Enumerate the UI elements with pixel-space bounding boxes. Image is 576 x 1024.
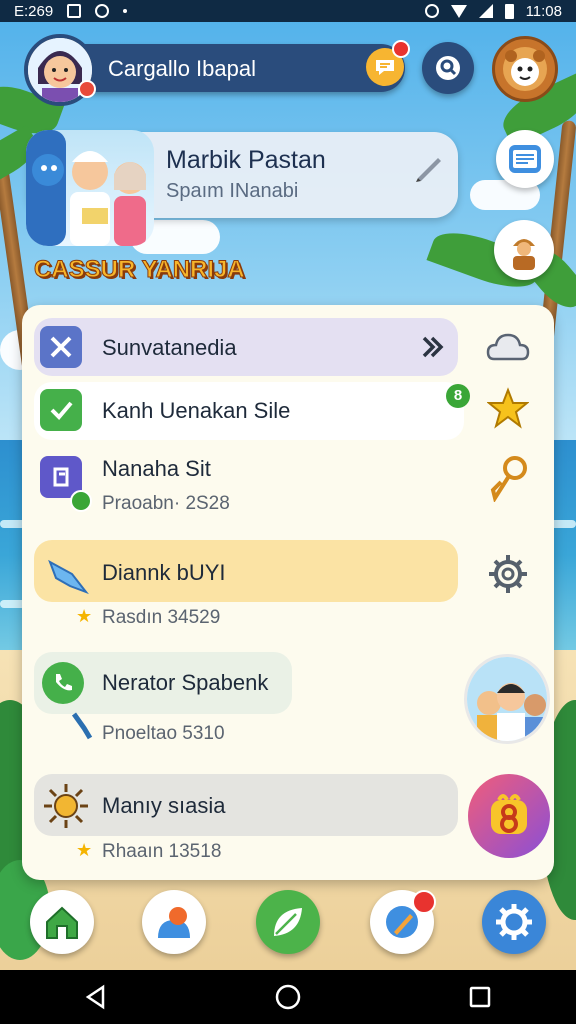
star-icon: ★ — [76, 606, 93, 626]
status-time-left: E:269 — [14, 2, 54, 20]
list-item-subtitle: Rhaaın 13518 — [102, 841, 222, 862]
avatar-status-badge — [78, 80, 96, 98]
profile-icon — [158, 907, 190, 938]
phone-icon — [42, 662, 84, 704]
list-item-highlighted[interactable] — [34, 540, 458, 602]
count-badge: 8 — [446, 384, 470, 408]
list-item-subtitle: Pnoeltao 5310 — [102, 723, 225, 744]
list-item-title: Sunvatanedia — [102, 335, 237, 360]
cloud-icon[interactable] — [486, 324, 530, 368]
nav-home-button[interactable] — [30, 890, 94, 954]
status-bar: E:269 11:08 — [0, 0, 576, 22]
profile-subtitle: Spaım INanabi — [166, 180, 299, 202]
notes-button[interactable] — [496, 130, 554, 188]
recents-icon[interactable] — [467, 984, 493, 1010]
list-item-title[interactable]: Nanaha Sit — [102, 456, 211, 482]
back-icon[interactable] — [83, 984, 109, 1010]
profile-illustration — [26, 130, 154, 246]
tools-icon — [40, 326, 82, 368]
sync-icon — [95, 4, 110, 18]
home-circle-icon[interactable] — [274, 983, 302, 1011]
fish-icon — [46, 552, 90, 601]
chat-bubble-icon — [376, 60, 394, 75]
mascot-icon — [503, 47, 547, 91]
explorer-icon — [513, 239, 535, 270]
list-item-subtitle: Praoabn· 2S28 — [102, 493, 230, 514]
battery-icon — [504, 3, 514, 19]
star-icon[interactable] — [486, 386, 530, 430]
notification-icon — [67, 4, 82, 18]
header-title: Cargallo Ibapal — [108, 56, 256, 81]
dot-icon — [123, 9, 128, 13]
nav-profile-button[interactable] — [142, 890, 206, 954]
notes-icon — [509, 145, 541, 173]
rewards-button[interactable] — [468, 774, 550, 858]
compose-notification-badge — [412, 890, 436, 914]
list-item-subtitle: Rasdın 34529 — [102, 607, 221, 628]
gear-icon[interactable] — [486, 552, 530, 596]
search-button[interactable] — [422, 42, 474, 94]
gear-icon — [496, 904, 532, 940]
map-pin-icon[interactable] — [488, 456, 532, 502]
verified-icon — [70, 490, 92, 512]
tool-icon — [70, 712, 96, 747]
home-icon — [46, 906, 78, 939]
pen-icon[interactable] — [412, 150, 446, 184]
signal-icon — [478, 4, 493, 18]
list-item[interactable] — [34, 774, 458, 836]
leaf-icon — [274, 908, 302, 936]
section-title: CASSUR YANRIJA — [34, 256, 246, 284]
list-item-title: Nerator Spabenk — [102, 670, 269, 695]
wifi-icon — [450, 4, 467, 18]
chevron-right-icon[interactable] — [420, 334, 446, 365]
alarm-icon — [424, 4, 439, 18]
status-time-right: 11:08 — [525, 2, 562, 20]
list-item[interactable] — [34, 318, 458, 376]
sun-icon — [42, 782, 90, 835]
nav-leaf-button[interactable] — [256, 890, 320, 954]
system-navigation-bar — [0, 970, 576, 1024]
group-avatar[interactable] — [464, 654, 550, 744]
rewards-icon — [491, 794, 527, 834]
list-item-title: Diannk bUYI — [102, 560, 226, 585]
search-icon — [436, 56, 460, 80]
list-item-title: Manıy sıasia — [102, 793, 226, 818]
check-icon — [40, 389, 82, 431]
nav-settings-button[interactable] — [482, 890, 546, 954]
profile-group-illustration — [26, 130, 146, 246]
explorer-button[interactable] — [494, 220, 554, 280]
star-icon: ★ — [76, 840, 93, 860]
mascot-button[interactable] — [492, 36, 558, 102]
list-item-title: Kanh Uenakan Sile — [102, 398, 291, 423]
chat-notification-badge — [392, 40, 410, 58]
profile-name: Marbik Pastan — [166, 146, 326, 174]
